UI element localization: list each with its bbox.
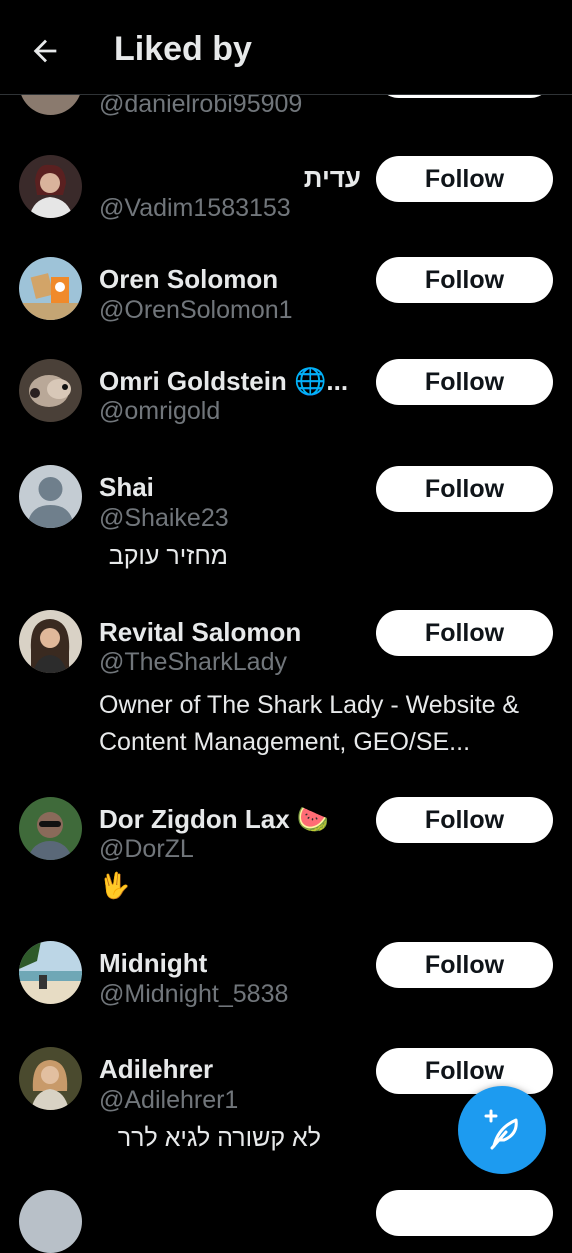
arrow-left-icon[interactable] — [28, 34, 62, 68]
user-name: Omri Goldstein 🌐... — [99, 366, 349, 396]
avatar[interactable] — [19, 1047, 82, 1110]
follow-button[interactable]: Follow — [376, 359, 553, 405]
user-bio: Owner of The Shark Lady - Website & Cont… — [99, 691, 520, 756]
follow-button[interactable]: Follow — [376, 156, 553, 202]
user-handle: @omrigold — [99, 397, 221, 425]
avatar[interactable] — [19, 797, 82, 860]
follow-button[interactable]: Follow — [376, 797, 553, 843]
user-bio: 🖖 — [99, 872, 131, 900]
avatar[interactable] — [19, 941, 82, 1004]
user-handle: @Adilehrer1 — [99, 1086, 239, 1114]
user-handle: @DorZL — [99, 835, 194, 863]
default-avatar-icon[interactable] — [19, 465, 82, 528]
follow-button[interactable] — [376, 1190, 553, 1236]
page-title: Liked by — [114, 30, 252, 68]
follow-button[interactable]: Follow — [376, 942, 553, 988]
user-name: Adilehrer — [99, 1054, 214, 1084]
user-bio: לא קשורה לגיא לרר — [117, 1124, 321, 1152]
user-handle: @TheSharkLady — [99, 648, 287, 676]
user-name: עדית — [303, 163, 361, 193]
header-bar: Liked by — [0, 0, 572, 95]
user-handle: @Vadim1583153 — [99, 194, 291, 222]
avatar[interactable] — [19, 257, 82, 320]
avatar[interactable] — [19, 155, 82, 218]
avatar[interactable] — [19, 359, 82, 422]
liked-by-list: @danielrobi95909 Follow עדית @Vadim15831… — [0, 0, 572, 1253]
follow-button[interactable]: Follow — [376, 466, 553, 512]
user-bio: מחזיר עוקב — [108, 542, 228, 570]
follow-button[interactable]: Follow — [376, 1048, 553, 1094]
user-name: Dor Zigdon Lax 🍉 — [99, 804, 330, 834]
user-handle: @OrenSolomon1 — [99, 296, 293, 324]
user-name: Oren Solomon — [99, 264, 279, 294]
user-handle: @Shaike23 — [99, 504, 229, 532]
user-name: Midnight — [99, 948, 208, 978]
user-handle: @Midnight_5838 — [99, 980, 289, 1008]
compose-button[interactable] — [458, 1086, 546, 1174]
avatar[interactable] — [19, 1190, 82, 1253]
compose-feather-icon — [484, 1109, 518, 1150]
user-name: Shai — [99, 472, 154, 502]
avatar[interactable] — [19, 610, 82, 673]
follow-button[interactable]: Follow — [376, 257, 553, 303]
follow-button[interactable]: Follow — [376, 610, 553, 656]
user-name: Revital Salomon — [99, 617, 302, 647]
